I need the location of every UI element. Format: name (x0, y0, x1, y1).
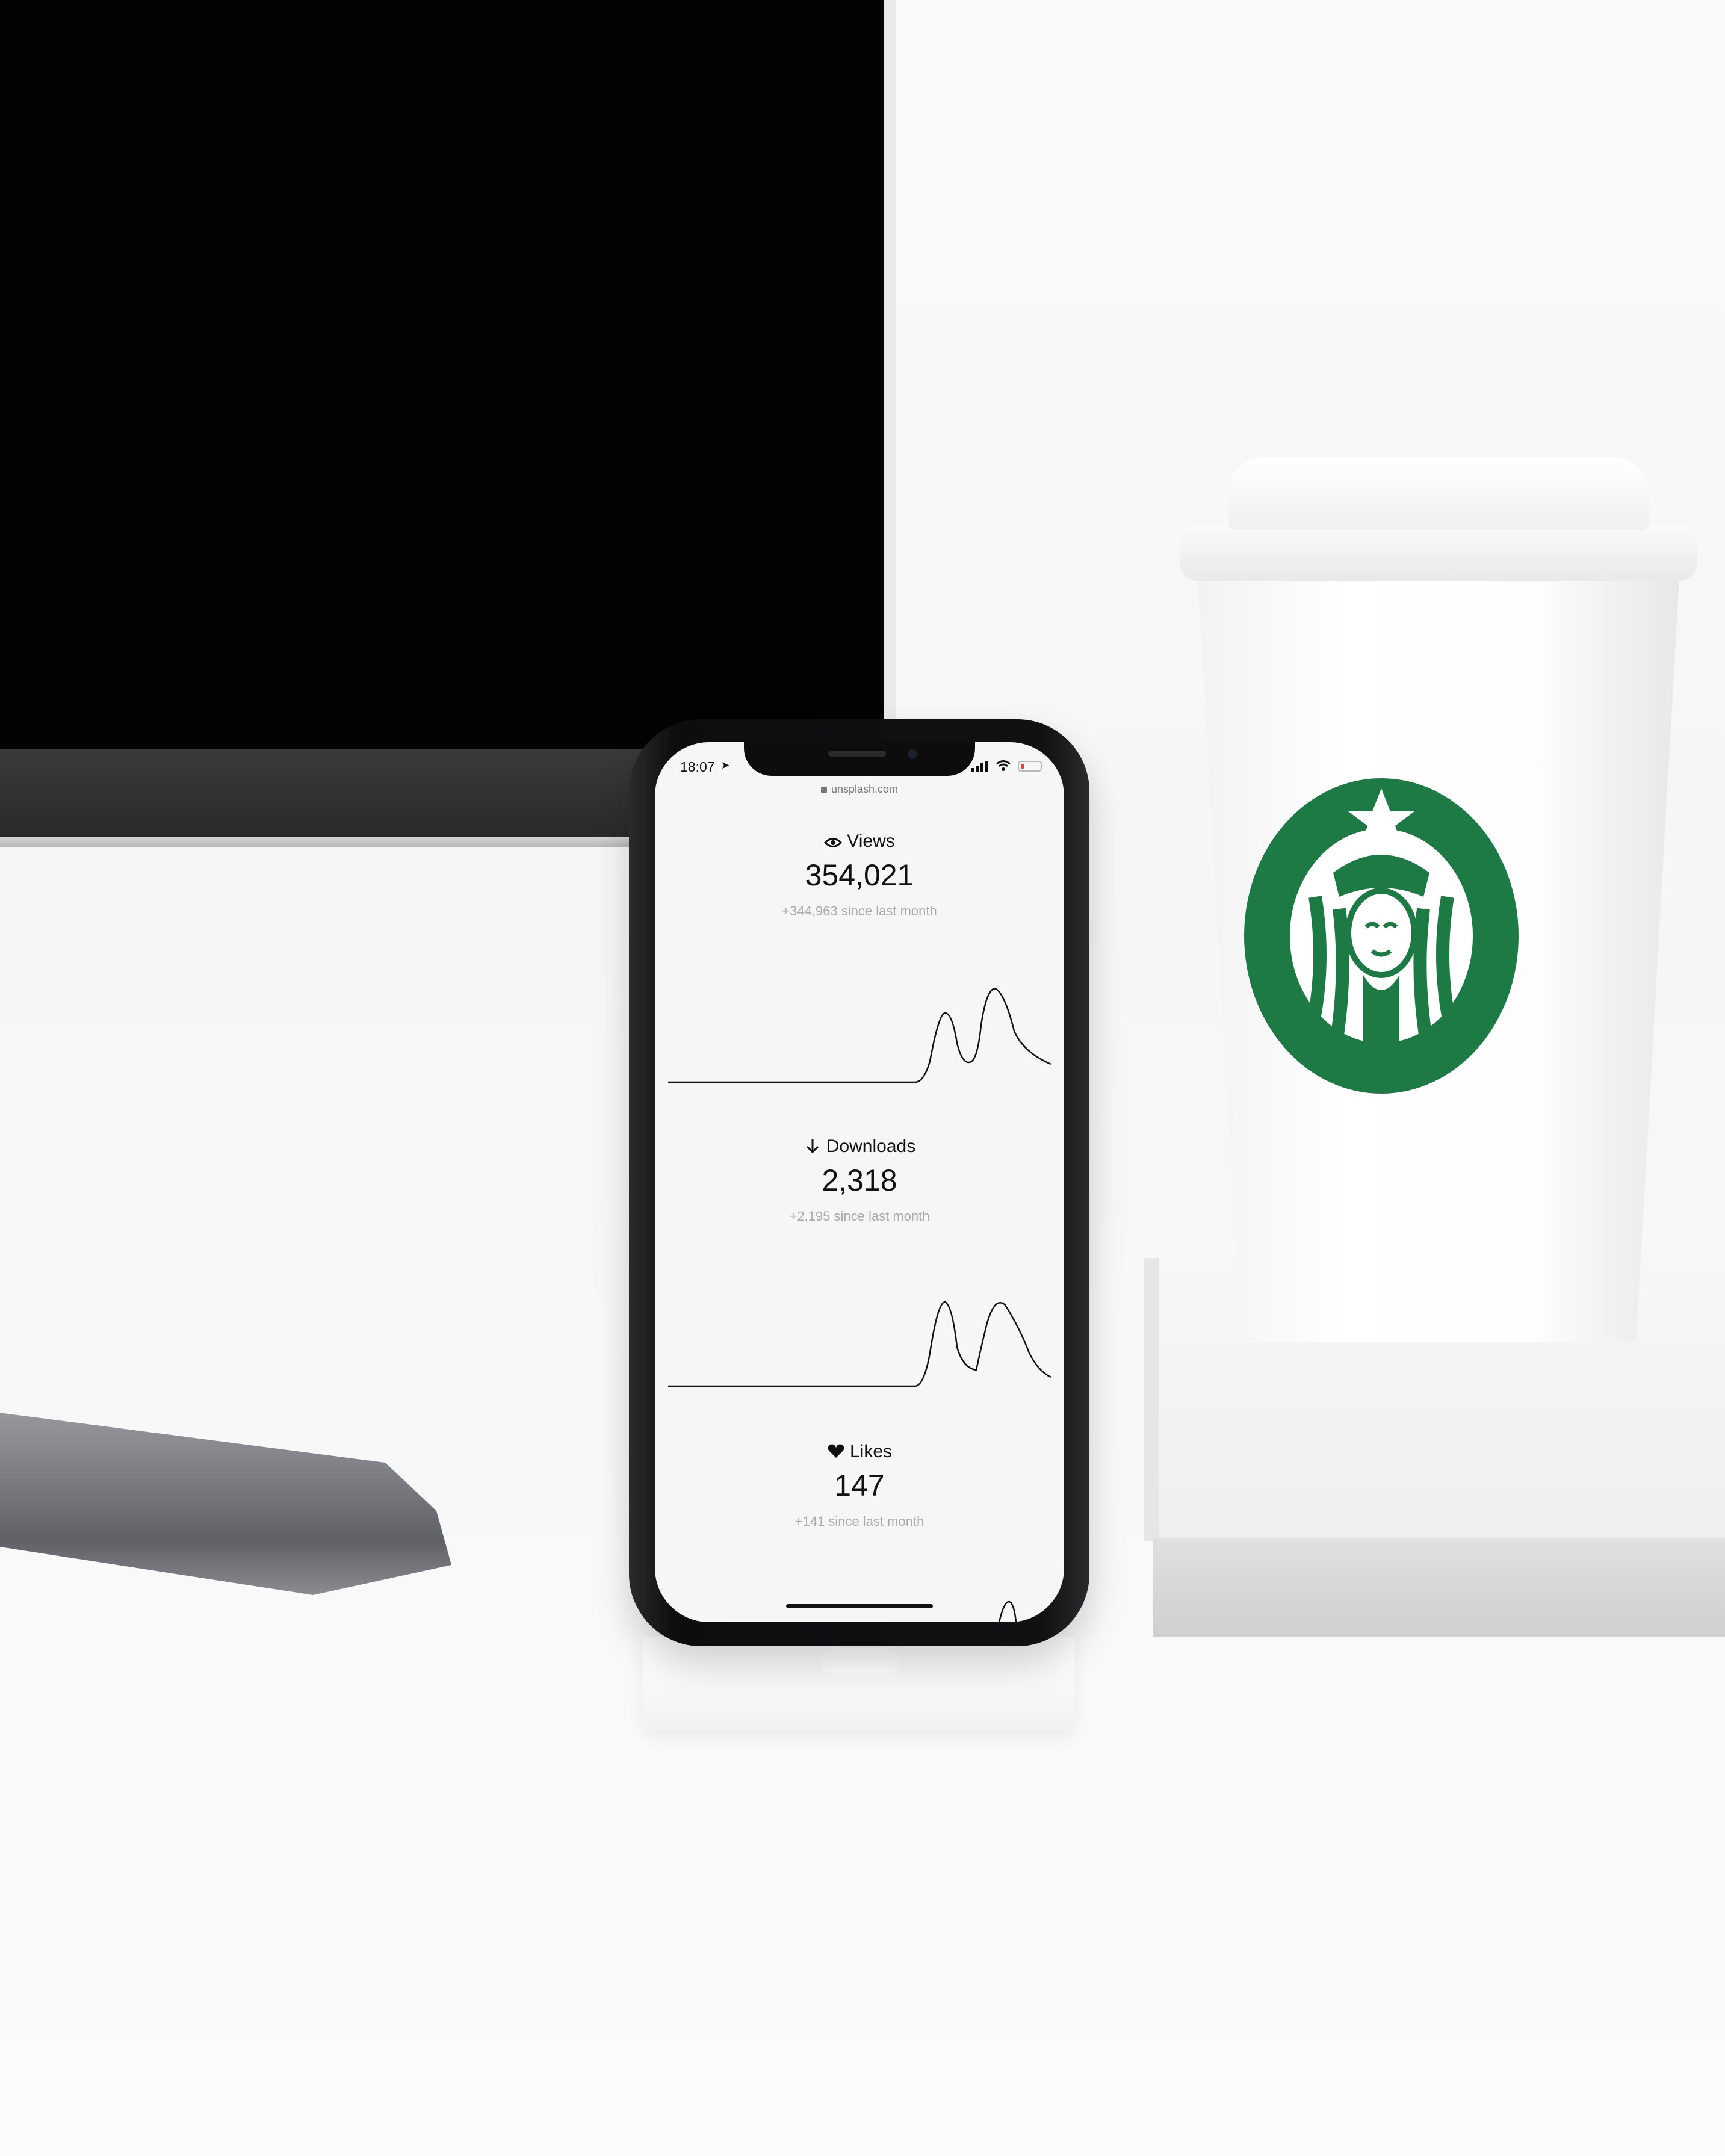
arrow-down-icon (806, 1139, 819, 1154)
photo-scene: 18:07 ➤ unsplash.com Views 354,021 +344,… (0, 0, 1725, 2156)
downloads-change: +2,195 since last month (789, 1209, 930, 1224)
likes-stat: Likes 147 +141 since last month (655, 1442, 1064, 1529)
cellular-signal-icon (971, 761, 988, 772)
book-bottom (1153, 1538, 1725, 1637)
dock-connector (822, 1649, 899, 1673)
phone-screen: 18:07 ➤ unsplash.com Views 354,021 +344,… (655, 742, 1064, 1622)
views-stat: Views 354,021 +344,963 since last month (655, 831, 1064, 919)
downloads-stat: Downloads 2,318 +2,195 since last month (655, 1136, 1064, 1224)
heart-icon (828, 1444, 844, 1458)
views-change: +344,963 since last month (782, 903, 937, 918)
location-arrow-icon: ➤ (721, 760, 730, 772)
views-value: 354,021 (805, 858, 914, 892)
likes-value: 147 (834, 1469, 885, 1502)
home-indicator[interactable] (786, 1604, 933, 1608)
monitor-stand (0, 1413, 451, 1595)
phone-notch (744, 742, 975, 776)
url-text: unsplash.com (831, 783, 899, 795)
url-bar[interactable]: unsplash.com (655, 783, 1064, 805)
likes-sparkline (998, 1601, 1017, 1622)
battery-level (1021, 764, 1024, 769)
cup-lid (1228, 457, 1649, 530)
speaker-grille (828, 751, 886, 757)
monitor-screen (0, 0, 896, 749)
downloads-sparkline (668, 1301, 1051, 1387)
likes-label: Likes (849, 1442, 893, 1461)
cup-lid-rim (1180, 524, 1697, 581)
likes-change: +141 since last month (794, 1514, 924, 1529)
wifi-icon (996, 760, 1011, 771)
battery-icon (1018, 761, 1042, 772)
downloads-label: Downloads (826, 1136, 916, 1156)
views-label: Views (847, 831, 895, 851)
front-camera (908, 749, 917, 759)
status-time: 18:07 (680, 759, 715, 775)
views-sparkline (668, 988, 1051, 1083)
eye-icon (824, 838, 843, 847)
lock-icon (820, 787, 827, 793)
downloads-value: 2,318 (822, 1163, 897, 1197)
starbucks-logo (1244, 778, 1519, 1094)
